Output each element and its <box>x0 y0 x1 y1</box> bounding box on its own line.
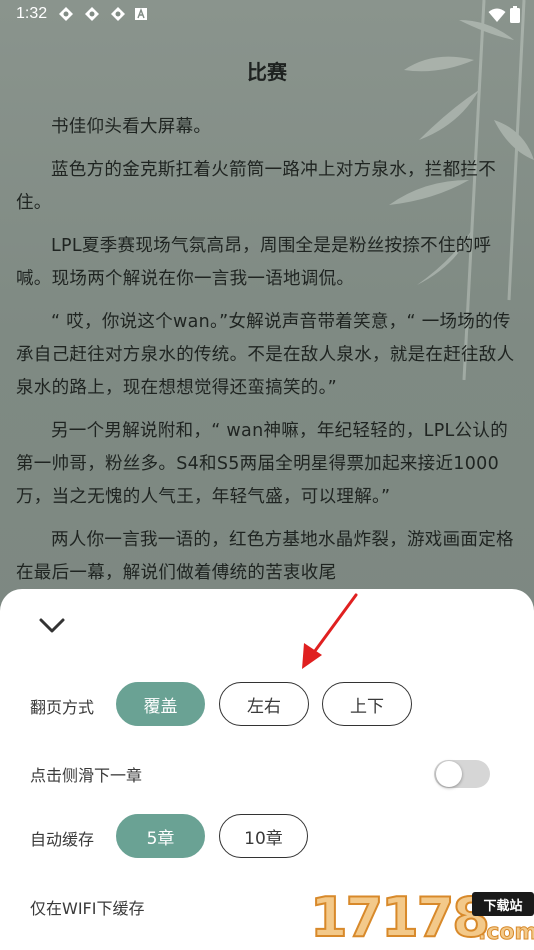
tap-side-next-label: 点击侧滑下一章 <box>30 766 143 785</box>
vpn-icon <box>85 7 99 21</box>
status-right-icons <box>488 6 520 23</box>
vpn-icon <box>111 7 125 21</box>
tap-side-next-toggle[interactable] <box>434 760 490 788</box>
auto-cache-10-option[interactable]: 10章 <box>219 814 308 858</box>
watermark-badge: 下载站 <box>472 892 534 916</box>
wifi-icon <box>488 8 506 22</box>
chapter-title: 比赛 <box>247 60 287 84</box>
page-turn-label: 翻页方式 <box>30 698 95 717</box>
annotation-arrow-icon <box>302 593 358 669</box>
text-a-icon <box>135 8 147 20</box>
wifi-only-cache-label: 仅在WIFI下缓存 <box>30 899 145 918</box>
page-turn-horizontal-option[interactable]: 左右 <box>219 682 309 726</box>
site-watermark: 17178 下载站 .com <box>306 885 534 950</box>
chevron-down-icon[interactable] <box>36 613 68 637</box>
paragraph: LPL夏季赛现场气氛高昂，周围全是是粉丝按捺不住的呼喊。现场两个解说在你一言我一… <box>16 236 492 289</box>
paragraph: 蓝色方的金克斯扛着火箭筒一路冲上对方泉水，拦都拦不住。 <box>16 160 496 213</box>
watermark-number: 17178 <box>309 885 491 950</box>
paragraph: 两人你一言我一语的，红色方基地水晶炸裂，游戏画面定格在最后一幕，解说们做着傅统的… <box>16 530 514 583</box>
vpn-icon <box>59 7 73 21</box>
page-turn-vertical-option[interactable]: 上下 <box>322 682 412 726</box>
page-turn-cover-option[interactable]: 覆盖 <box>116 682 205 726</box>
watermark-suffix: .com <box>477 920 534 946</box>
chapter-content: 书佳仰头看大屏幕。 蓝色方的金克斯扛着火箭筒一路冲上对方泉水，拦都拦不住。 LP… <box>16 111 518 600</box>
paragraph: 另一个男解说附和，“ wan神嘛，年纪轻轻的，LPL公认的第一帅哥，粉丝多。S4… <box>16 421 509 507</box>
auto-cache-label: 自动缓存 <box>30 830 95 849</box>
status-time: 1:32 <box>16 5 48 22</box>
paragraph: 书佳仰头看大屏幕。 <box>51 117 212 137</box>
battery-icon <box>510 6 520 23</box>
paragraph: “ 哎，你说这个wan。”女解说声音带着笑意，“ 一场场的传承自己赶往对方泉水的… <box>16 312 515 398</box>
auto-cache-5-option[interactable]: 5章 <box>116 814 205 858</box>
status-bar: 1:32 <box>0 0 534 30</box>
toggle-knob <box>436 761 462 787</box>
